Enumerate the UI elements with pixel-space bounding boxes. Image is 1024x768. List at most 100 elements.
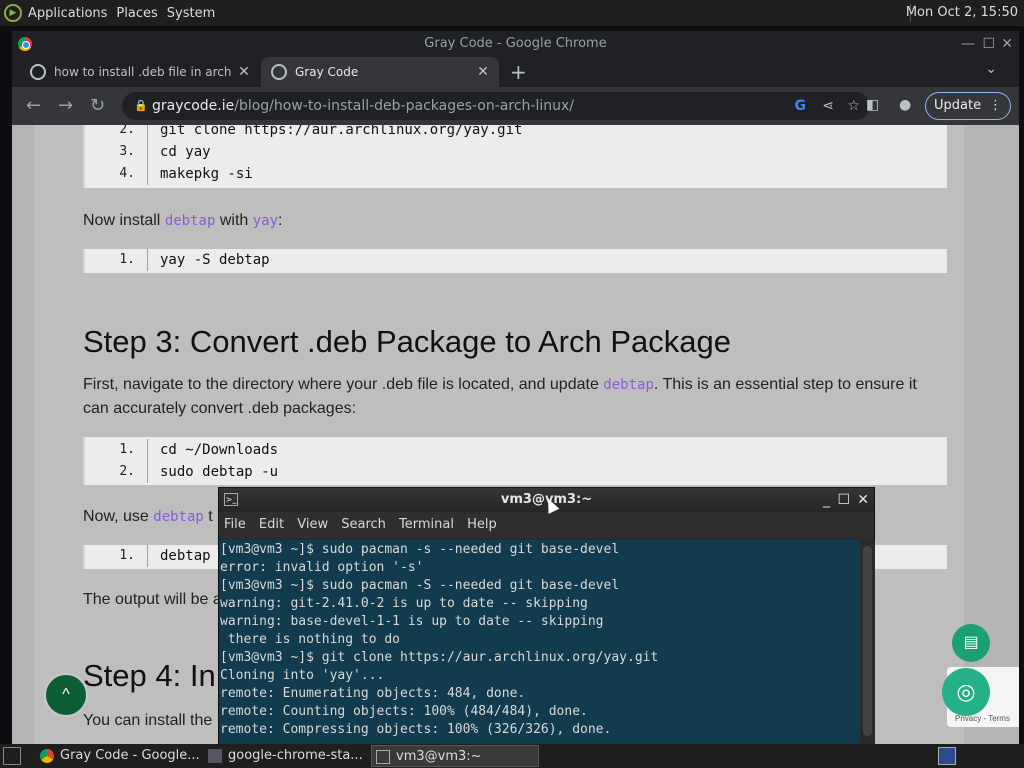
heading-step-4: Step 4: In <box>83 658 216 693</box>
terminal-output[interactable]: [vm3@vm3 ~]$ sudo pacman -s --needed git… <box>219 540 860 745</box>
code-text: makepkg -si <box>147 163 253 185</box>
address-bar[interactable]: 🔒 graycode.ie/blog/how-to-install-deb-pa… <box>122 92 870 120</box>
new-tab-icon[interactable]: + <box>510 60 527 84</box>
clock[interactable]: Mon Oct 2, 15:50 <box>906 5 1018 20</box>
bottom-taskbar: Gray Code - Google... google-chrome-sta.… <box>0 744 1024 768</box>
minimize-icon[interactable]: _ <box>823 488 830 512</box>
tab-title: how to install .deb file in arch l <box>54 65 236 79</box>
menu-edit[interactable]: Edit <box>259 517 284 532</box>
forward-icon[interactable]: → <box>58 95 73 116</box>
code-line: 4. makepkg -si <box>85 163 947 185</box>
terminal-scrollbar[interactable] <box>860 540 875 745</box>
terminal-line: warning: git-2.41.0-2 is up to date -- s… <box>220 596 588 611</box>
distro-logo-icon[interactable]: ▶ <box>4 4 22 22</box>
menu-view[interactable]: View <box>297 517 328 532</box>
code-text: git clone https://aur.archlinux.org/yay.… <box>147 125 522 141</box>
package-icon <box>208 749 222 763</box>
close-icon[interactable]: ✕ <box>1001 31 1013 57</box>
terminal-line: [vm3@vm3 ~]$ git clone https://aur.archl… <box>220 650 659 665</box>
paragraph-use-debtap: Now, use debtap t <box>83 505 213 529</box>
tab-title: Gray Code <box>295 65 359 79</box>
para-text: with <box>215 212 253 229</box>
code-line: 1. yay -S debtap <box>85 249 947 271</box>
terminal-line: remote: Enumerating objects: 484, done. <box>220 686 526 701</box>
applications-menu[interactable]: Applications <box>28 6 107 21</box>
minimize-icon[interactable]: — <box>961 31 975 57</box>
close-icon[interactable]: ✕ <box>857 488 869 512</box>
menu-file[interactable]: File <box>224 517 246 532</box>
task-terminal[interactable]: vm3@vm3:~ <box>371 745 539 767</box>
para-text: can accurately convert .deb packages: <box>83 400 357 417</box>
chat-icon[interactable]: ▤ <box>952 624 990 662</box>
task-label: vm3@vm3:~ <box>396 749 482 764</box>
menu-search[interactable]: Search <box>341 517 386 532</box>
url-path: /blog/how-to-install-deb-packages-on-arc… <box>234 98 574 114</box>
browser-toolbar: ← → ↻ 🔒 graycode.ie/blog/how-to-install-… <box>12 87 1019 125</box>
code-text: sudo debtap -u <box>147 461 278 483</box>
chrome-titlebar[interactable]: Gray Code - Google Chrome — ☐ ✕ <box>12 31 1019 57</box>
code-text: cd ~/Downloads <box>147 439 278 461</box>
terminal-icon[interactable]: >_ <box>224 493 238 506</box>
tab-gray-code[interactable]: Gray Code ✕ <box>261 57 499 87</box>
update-label: Update <box>934 98 982 113</box>
scroll-to-top-button[interactable]: ^ <box>44 673 88 717</box>
workspace-switcher-icon[interactable] <box>938 747 956 765</box>
reload-icon[interactable]: ↻ <box>90 95 105 116</box>
task-label: google-chrome-sta... <box>228 748 363 763</box>
url-host: graycode.ie <box>152 98 235 114</box>
terminal-line: error: invalid option '-s' <box>220 560 424 575</box>
code-line: 2. sudo debtap -u <box>85 461 947 483</box>
task-installer[interactable]: google-chrome-sta... <box>204 745 368 767</box>
terminal-line: there is nothing to do <box>220 632 401 647</box>
fingerprint-icon[interactable]: ◎ <box>942 668 990 716</box>
tab-close-icon[interactable]: ✕ <box>475 64 491 80</box>
google-lens-icon[interactable]: G <box>795 92 807 120</box>
line-number: 3. <box>119 144 135 159</box>
google-icon <box>30 64 46 80</box>
scrollbar-thumb[interactable] <box>863 546 872 736</box>
line-number: 2. <box>119 125 135 137</box>
terminal-icon <box>376 750 390 764</box>
line-number: 1. <box>119 548 135 563</box>
back-icon[interactable]: ← <box>26 95 41 116</box>
inline-code: debtap <box>603 377 654 393</box>
para-text: Now, use <box>83 508 154 525</box>
menu-help[interactable]: Help <box>467 517 497 532</box>
menu-dots-icon[interactable]: ⋮ <box>989 93 1002 119</box>
terminal-line: Cloning into 'yay'... <box>220 668 385 683</box>
terminal-window: >_ vm3@vm3:~ _ ☐ ✕ File Edit View Search… <box>218 487 875 745</box>
terminal-line: [vm3@vm3 ~]$ sudo pacman -s --needed git… <box>220 542 620 557</box>
code-block-yay-debtap: 1. yay -S debtap <box>83 249 947 273</box>
tab-arch-search[interactable]: how to install .deb file in arch l ✕ <box>20 57 260 87</box>
para-text: First, navigate to the directory where y… <box>83 376 604 393</box>
side-panel-icon[interactable]: ◧ <box>866 97 879 113</box>
code-line: 1. cd ~/Downloads <box>85 439 947 461</box>
heading-step-3: Step 3: Convert .deb Package to Arch Pac… <box>83 324 731 359</box>
code-line: 2. git clone https://aur.archlinux.org/ya… <box>85 125 947 141</box>
maximize-icon[interactable]: ☐ <box>982 31 995 57</box>
bookmark-star-icon[interactable]: ☆ <box>847 92 860 120</box>
maximize-icon[interactable]: ☐ <box>837 488 850 512</box>
lock-icon[interactable]: 🔒 <box>134 92 148 120</box>
share-icon[interactable]: ⋖ <box>822 92 834 120</box>
places-menu[interactable]: Places <box>116 6 157 21</box>
tab-strip: how to install .deb file in arch l ✕ Gra… <box>12 57 1019 87</box>
paragraph-output: The output will be a <box>83 591 222 608</box>
show-desktop-icon[interactable] <box>3 747 21 765</box>
tab-close-icon[interactable]: ✕ <box>236 64 252 80</box>
top-panel: ▶ Applications Places System Mon Oct 2, … <box>0 0 1024 26</box>
chrome-icon <box>40 749 54 763</box>
update-button[interactable]: Update ⋮ <box>925 92 1011 120</box>
menu-terminal[interactable]: Terminal <box>399 517 454 532</box>
para-text: t <box>203 508 213 525</box>
chrome-logo-icon <box>18 37 32 51</box>
code-block-debtap-update: 1. cd ~/Downloads 2. sudo debtap -u <box>83 437 947 485</box>
code-text: yay -S debtap <box>147 249 270 271</box>
profile-avatar-icon[interactable]: ● <box>899 97 911 113</box>
line-number: 1. <box>119 442 135 457</box>
tab-search-chevron-icon[interactable]: ⌄ <box>985 61 997 77</box>
system-menu[interactable]: System <box>167 6 215 21</box>
inline-code: debtap <box>164 213 216 229</box>
code-text: debtap <box>147 545 211 567</box>
task-chrome[interactable]: Gray Code - Google... <box>36 745 200 767</box>
